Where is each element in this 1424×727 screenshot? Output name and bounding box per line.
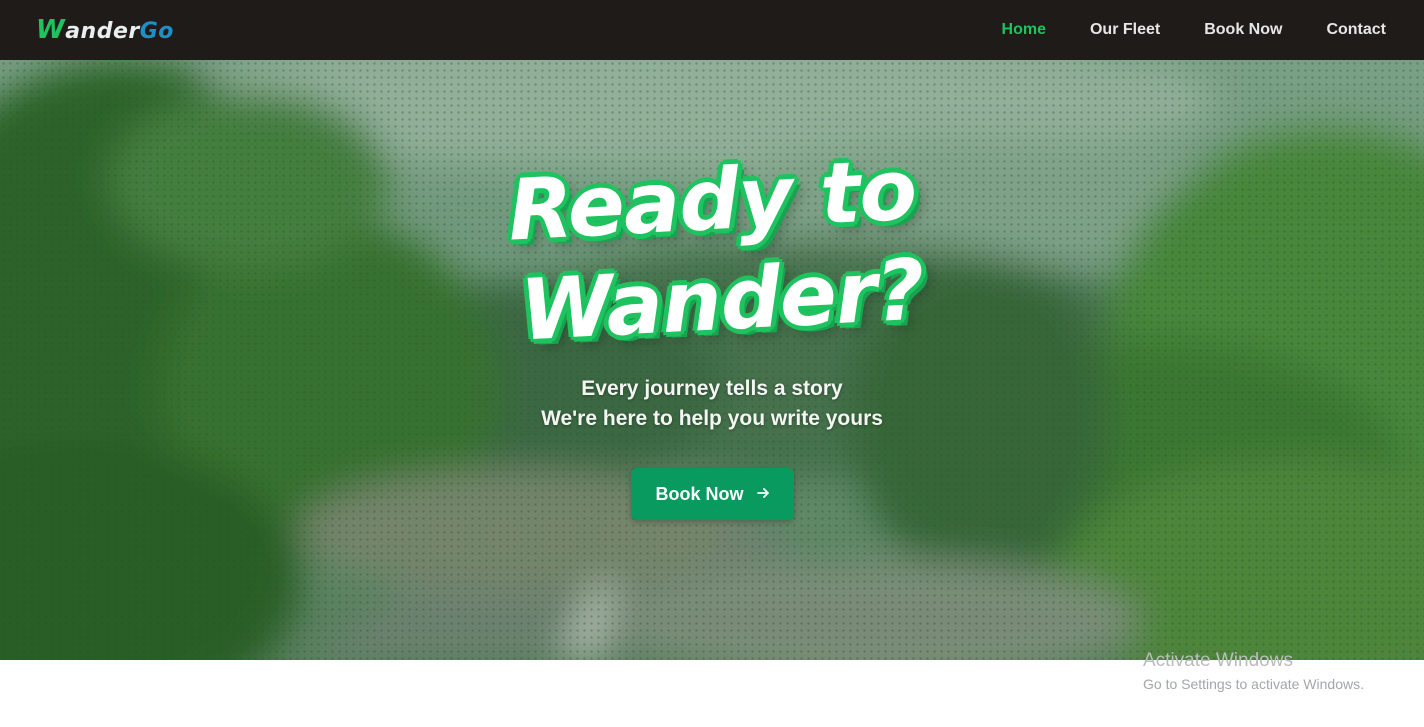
hero-subtitle-line1: Every journey tells a story (581, 377, 843, 400)
book-now-button-label: Book Now (655, 483, 744, 504)
activate-windows-watermark: Activate Windows Go to Settings to activ… (1143, 650, 1364, 694)
logo-text-ander: ander (65, 19, 140, 44)
logo-text-go: Go (139, 19, 174, 44)
activate-windows-subtitle: Go to Settings to activate Windows. (1143, 676, 1364, 692)
hero-content: Ready to Wander? Every journey tells a s… (0, 60, 1424, 660)
nav-link-contact[interactable]: Contact (1326, 21, 1386, 39)
logo-letter-w: W (36, 15, 66, 45)
brand-logo[interactable]: WanderGo (36, 17, 174, 43)
book-now-button[interactable]: Book Now (631, 468, 794, 520)
nav-link-book-now[interactable]: Book Now (1204, 21, 1282, 39)
activate-windows-title: Activate Windows (1143, 650, 1293, 671)
navbar: WanderGo Home Our Fleet Book Now Contact (0, 0, 1424, 60)
nav-links: Home Our Fleet Book Now Contact (958, 21, 1386, 39)
hero-section: Ready to Wander? Every journey tells a s… (0, 60, 1424, 660)
nav-link-our-fleet[interactable]: Our Fleet (1090, 21, 1160, 39)
arrow-right-icon (756, 485, 770, 503)
nav-link-home[interactable]: Home (1002, 21, 1046, 39)
page: WanderGo Home Our Fleet Book Now Contact (0, 0, 1424, 727)
hero-subtitle-line2: We're here to help you write yours (541, 407, 883, 430)
